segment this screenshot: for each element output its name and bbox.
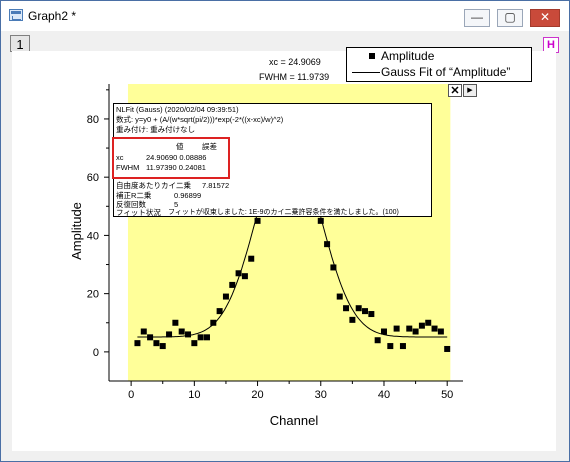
fit-formula: 数式: y=y0 + (A/(w*sqrt(pi/2)))*exp(-2*((x…: [116, 115, 284, 124]
y-tick-label: 60: [87, 172, 99, 184]
data-point: [134, 340, 141, 347]
data-point: [191, 340, 198, 347]
fit-weight: 重み付け: 重み付けなし: [116, 125, 196, 134]
y-tick-label: 40: [87, 230, 99, 242]
data-point: [368, 311, 375, 318]
data-point: [159, 343, 166, 350]
x-axis-label: Channel: [270, 413, 319, 428]
x-tick-label: 10: [188, 389, 200, 401]
status-value: フィットが収束しました: 1E-9のカイ二乗許容条件を満たしました。(100): [168, 209, 399, 216]
y-axis-label: Amplitude: [69, 202, 84, 260]
y-tick-label: 80: [87, 114, 99, 126]
fit-table-menu-arrow-icon[interactable]: ▶: [463, 84, 477, 97]
data-point: [437, 328, 444, 335]
highlight-box: [112, 137, 230, 179]
data-point: [197, 334, 204, 341]
data-point: [185, 331, 192, 338]
data-point: [248, 255, 255, 262]
fit-table-close-icon[interactable]: ✕: [448, 84, 462, 97]
x-tick-label: 30: [315, 389, 327, 401]
data-point: [444, 345, 451, 352]
legend-series-label: Amplitude: [381, 49, 435, 63]
data-point: [203, 334, 210, 341]
data-point: [374, 337, 381, 344]
status-label: フィット状況: [116, 208, 161, 217]
data-point: [153, 340, 160, 347]
legend-fit-line: [352, 72, 380, 73]
y-tick-label: 0: [93, 347, 99, 359]
x-tick-label: 20: [251, 389, 263, 401]
data-point: [412, 328, 419, 335]
x-tick-label: 50: [441, 389, 453, 401]
data-point: [393, 325, 400, 332]
graph-window: Graph2 * — ▢ ✕ 1 H 0 20 40 60 80 0 10 20 30 40 50 …: [0, 0, 570, 462]
data-point: [178, 328, 185, 335]
data-point: [349, 316, 356, 323]
data-point: [343, 305, 350, 312]
legend[interactable]: Amplitude Gauss Fit of “Amplitude”: [346, 47, 532, 82]
data-point: [222, 293, 229, 300]
data-point: [399, 343, 406, 350]
x-tick-label: 0: [128, 389, 134, 401]
data-point: [406, 325, 413, 332]
data-point: [229, 281, 236, 288]
data-point: [387, 343, 394, 350]
data-point: [336, 293, 343, 300]
data-point: [241, 273, 248, 280]
data-point: [425, 319, 432, 326]
y-tick-label: 20: [87, 289, 99, 301]
data-point: [140, 328, 147, 335]
legend-marker: [369, 53, 375, 59]
x-tick-label: 40: [378, 389, 390, 401]
data-point: [362, 308, 369, 315]
data-point: [172, 319, 179, 326]
data-point: [431, 325, 438, 332]
chisq-label: 自由度あたりカイ二乗: [116, 181, 191, 190]
data-point: [418, 322, 425, 329]
chisq-value: 7.81572: [202, 181, 230, 190]
xc-annotation: xc = 24.9069: [269, 57, 321, 67]
fwhm-annotation: FWHM = 11.9739: [259, 72, 330, 82]
data-point: [216, 308, 223, 315]
legend-fit-label: Gauss Fit of “Amplitude”: [381, 65, 511, 79]
data-point: [355, 305, 362, 312]
fit-title: NLFit (Gauss) (2020/02/04 09:39:51): [116, 105, 239, 114]
